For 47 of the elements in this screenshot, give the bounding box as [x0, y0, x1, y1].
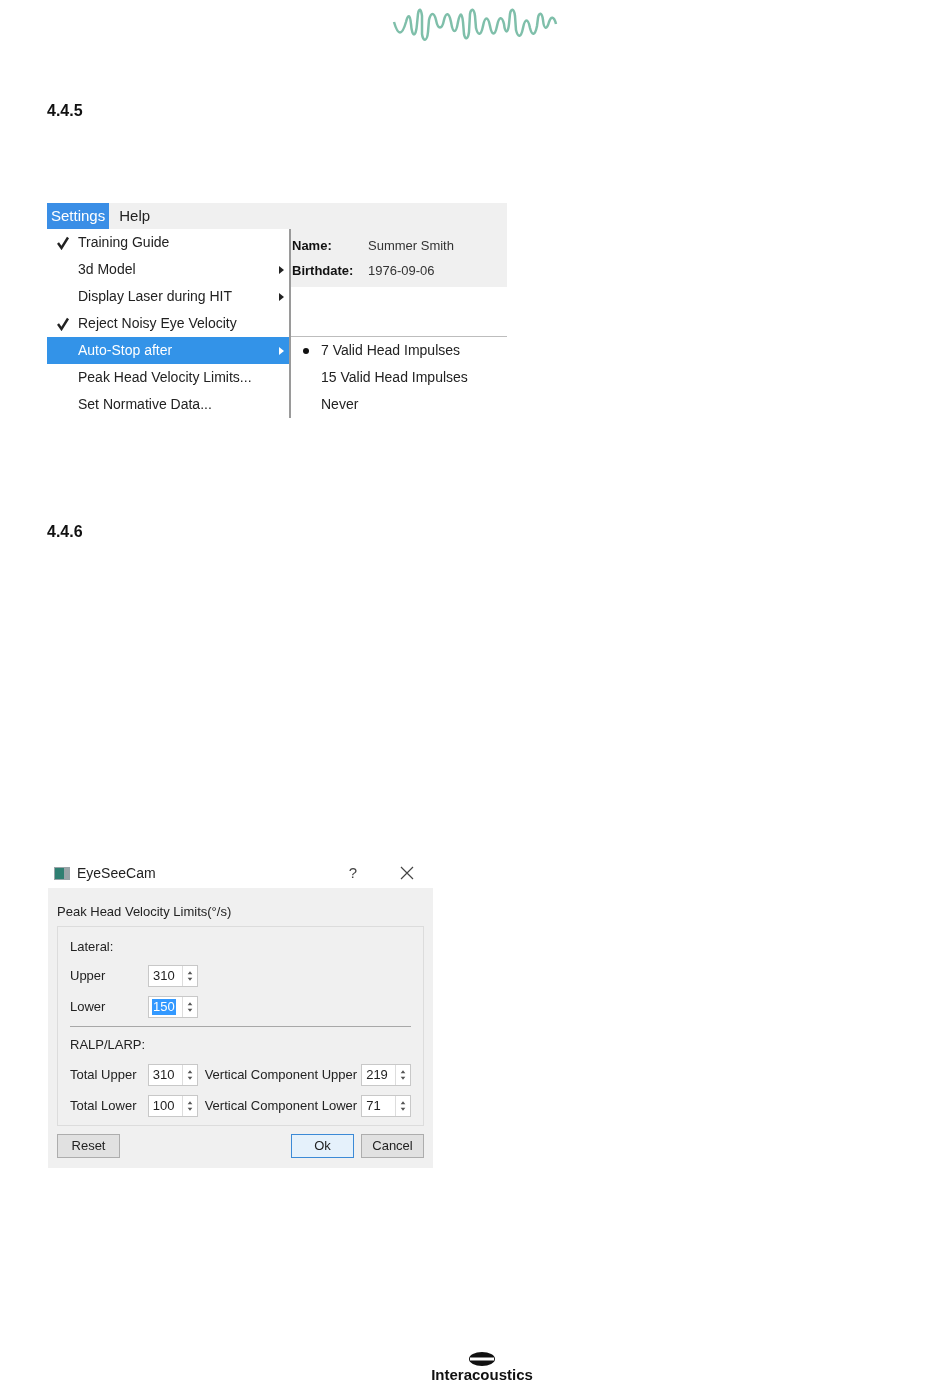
patient-value: 1976-09-06: [368, 261, 435, 280]
patient-value: Summer Smith: [368, 237, 454, 255]
spin-box[interactable]: 219: [361, 1063, 411, 1086]
field-label: Vertical Component Upper: [204, 1065, 359, 1084]
spin-box[interactable]: 310: [148, 965, 198, 987]
spin-box[interactable]: 100: [147, 1094, 198, 1117]
menu-item[interactable]: Reject Noisy Eye Velocity: [47, 310, 289, 337]
spin-value: 310: [152, 968, 176, 984]
field-label: Upper: [70, 967, 107, 986]
group-title: Peak Head Velocity Limits(°/s): [57, 903, 233, 921]
menu-item[interactable]: Set Normative Data...: [47, 391, 289, 418]
menu-bar-item[interactable]: Help: [115, 203, 155, 229]
menu-item[interactable]: Training Guide: [47, 229, 289, 256]
submenu-item[interactable]: 15 Valid Head Impulses: [291, 364, 507, 391]
menu-item[interactable]: 3d Model: [47, 256, 289, 283]
checkmark-icon: [55, 316, 70, 331]
dialog-button[interactable]: Ok: [291, 1133, 354, 1158]
patient-label: Birthdate:: [292, 261, 355, 280]
field-label: Total Lower: [70, 1096, 138, 1115]
spin-value: 71: [365, 1097, 382, 1114]
menu-item[interactable]: Display Laser during HIT: [47, 283, 289, 310]
patient-label: Name:: [292, 237, 333, 255]
menu-item[interactable]: Peak Head Velocity Limits...: [47, 364, 289, 391]
dialog-button[interactable]: Reset: [57, 1133, 120, 1158]
spin-box[interactable]: 71: [361, 1094, 411, 1117]
brand-name: Interacoustics: [431, 1366, 533, 1383]
spin-value: 310: [151, 1066, 176, 1083]
help-button[interactable]: ?: [348, 861, 357, 885]
spin-value: 150: [152, 999, 176, 1015]
dialog-button[interactable]: Cancel: [361, 1133, 424, 1158]
app-icon: [54, 866, 70, 880]
spin-value: 219: [365, 1066, 389, 1083]
spin-box[interactable]: 310: [147, 1063, 198, 1086]
submenu-item[interactable]: Never: [291, 391, 507, 418]
checkmark-icon: [55, 235, 70, 250]
field-label: Lower: [70, 998, 107, 1017]
lateral-heading: Lateral:: [70, 937, 115, 956]
section-number: 4.4.6: [47, 523, 83, 540]
section-number: 4.4.5: [47, 102, 83, 119]
close-icon[interactable]: [400, 866, 414, 880]
ralp-larp-heading: RALP/LARP:: [70, 1036, 147, 1054]
spin-value: 100: [151, 1097, 176, 1114]
field-label: Total Upper: [70, 1065, 138, 1084]
window-title: EyeSeeCam: [77, 863, 156, 883]
submenu-item[interactable]: 7 Valid Head Impulses: [291, 337, 507, 364]
globe-logo-icon: [467, 1350, 497, 1367]
field-label: Vertical Component Lower: [204, 1096, 359, 1115]
